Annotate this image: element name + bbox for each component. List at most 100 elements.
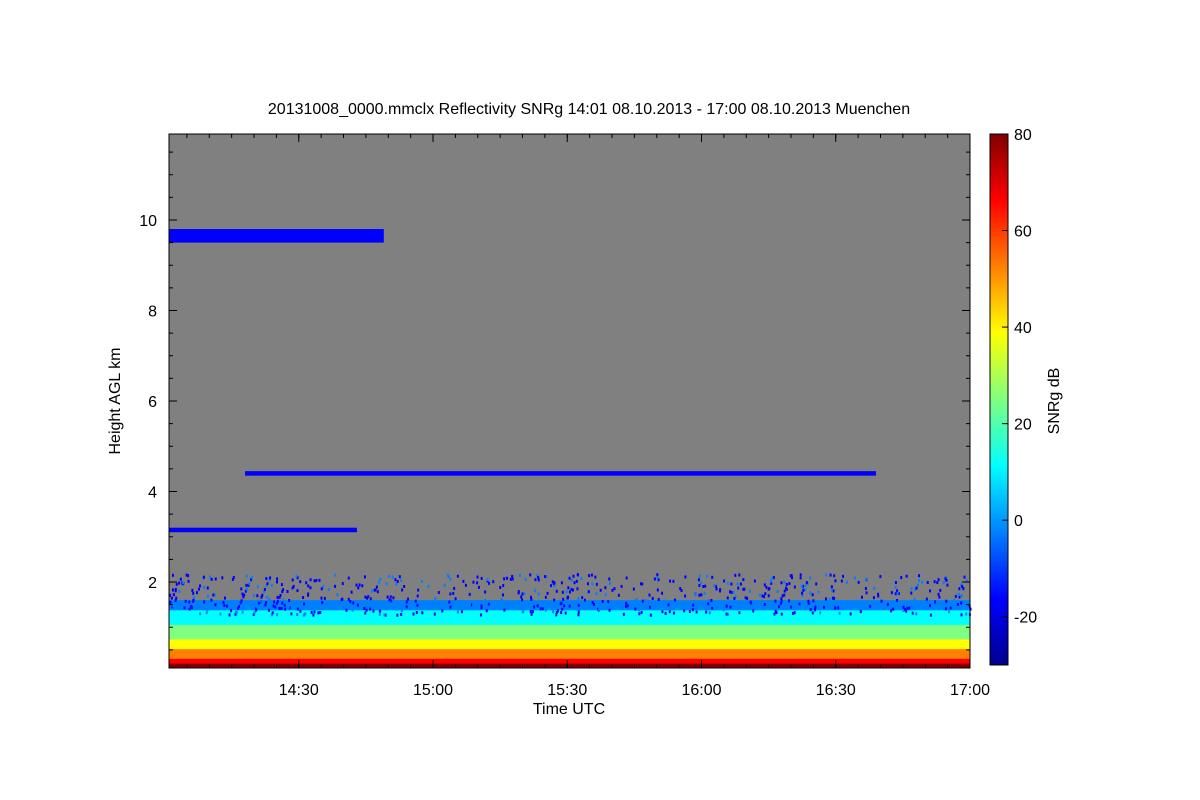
echo-band xyxy=(169,624,970,630)
echo-speckle xyxy=(894,585,897,589)
echo-speckle xyxy=(477,585,480,589)
echo-speckle xyxy=(908,606,911,610)
echo-speckle xyxy=(374,588,377,592)
echo-speckle xyxy=(915,612,918,616)
echo-speckle xyxy=(832,589,835,593)
echo-speckle xyxy=(568,576,571,580)
echo-speckle xyxy=(732,590,735,594)
echo-speckle xyxy=(445,604,448,608)
echo-speckle xyxy=(488,581,491,585)
echo-speckle xyxy=(386,603,389,607)
echo-speckle xyxy=(223,603,226,607)
echo-speckle xyxy=(192,596,195,600)
echo-speckle xyxy=(303,602,306,606)
echo-speckle xyxy=(476,575,479,579)
echo-speckle xyxy=(503,577,506,581)
echo-speckle xyxy=(388,574,391,578)
echo-speckle xyxy=(505,576,508,580)
echo-speckle xyxy=(358,583,361,587)
x-tick-label: 16:30 xyxy=(816,682,856,699)
echo-speckle xyxy=(880,599,883,603)
echo-speckle xyxy=(202,575,205,579)
echo-speckle xyxy=(788,582,791,586)
echo-speckle xyxy=(599,588,602,592)
echo-speckle xyxy=(957,592,960,596)
echo-speckle xyxy=(656,588,659,592)
echo-speckle xyxy=(879,575,882,579)
echo-speckle xyxy=(691,608,694,612)
echo-speckle xyxy=(592,602,595,606)
y-tick-label: 2 xyxy=(148,575,157,592)
echo-speckle xyxy=(877,592,880,596)
echo-speckle xyxy=(918,574,921,578)
echo-speckle xyxy=(537,592,540,596)
echo-speckle xyxy=(763,602,766,606)
echo-speckle xyxy=(256,585,259,589)
echo-speckle xyxy=(812,599,815,603)
echo-speckle xyxy=(309,578,312,582)
echo-speckle xyxy=(521,610,524,614)
echo-speckle xyxy=(351,608,354,612)
echo-speckle xyxy=(617,593,620,597)
echo-speckle xyxy=(683,609,686,613)
echo-speckle xyxy=(276,580,279,584)
echo-speckle xyxy=(594,575,597,579)
echo-speckle xyxy=(840,579,843,583)
echo-speckle xyxy=(649,613,652,617)
echo-speckle xyxy=(707,599,710,603)
echo-speckle xyxy=(869,604,872,608)
echo-speckle xyxy=(206,586,209,590)
echo-speckle xyxy=(553,598,556,602)
echo-speckle xyxy=(734,573,737,577)
echo-speckle xyxy=(859,610,862,614)
echo-speckle xyxy=(729,605,732,609)
echo-speckle xyxy=(573,581,576,585)
x-axis-title: Time UTC xyxy=(533,701,605,718)
echo-speckle xyxy=(641,599,644,603)
echo-speckle xyxy=(758,593,761,597)
echo-speckle xyxy=(945,599,948,603)
echo-speckle xyxy=(960,594,963,598)
echo-speckle xyxy=(243,593,246,597)
echo-speckle xyxy=(241,610,244,614)
echo-speckle xyxy=(172,593,175,597)
echo-speckle xyxy=(684,594,687,598)
echo-speckle xyxy=(571,588,574,592)
echo-speckle xyxy=(560,601,563,605)
echo-speckle xyxy=(309,586,312,590)
echo-speckle xyxy=(462,579,465,583)
echo-speckle xyxy=(313,610,316,614)
echo-speckle xyxy=(778,605,781,609)
echo-speckle xyxy=(364,611,367,615)
echo-speckle xyxy=(170,596,173,600)
echo-speckle xyxy=(199,584,202,588)
echo-speckle xyxy=(723,579,726,583)
echo-speckle xyxy=(703,591,706,595)
echo-speckle xyxy=(266,582,269,586)
echo-speckle xyxy=(561,607,564,611)
echo-speckle xyxy=(250,576,253,580)
echo-speckle xyxy=(529,573,532,577)
echo-speckle xyxy=(286,590,289,594)
echo-speckle xyxy=(256,605,259,609)
echo-speckle xyxy=(541,607,544,611)
echo-speckle xyxy=(179,577,182,581)
echo-speckle xyxy=(345,608,348,612)
echo-speckle xyxy=(461,607,464,611)
echo-speckle xyxy=(954,594,957,598)
echo-speckle xyxy=(396,613,399,617)
echo-speckle xyxy=(414,599,417,603)
y-tick-label: 10 xyxy=(139,213,157,230)
echo-speckle xyxy=(192,598,195,602)
echo-speckle xyxy=(892,607,895,611)
echo-speckle xyxy=(794,607,797,611)
echo-speckle xyxy=(336,593,339,597)
echo-speckle xyxy=(829,573,832,577)
echo-speckle xyxy=(518,573,521,577)
echo-speckle xyxy=(287,606,290,610)
echo-band xyxy=(169,653,970,659)
y-tick-label: 4 xyxy=(148,485,157,502)
echo-speckle xyxy=(355,583,358,587)
echo-speckle xyxy=(699,581,702,585)
echo-speckle xyxy=(926,581,929,585)
